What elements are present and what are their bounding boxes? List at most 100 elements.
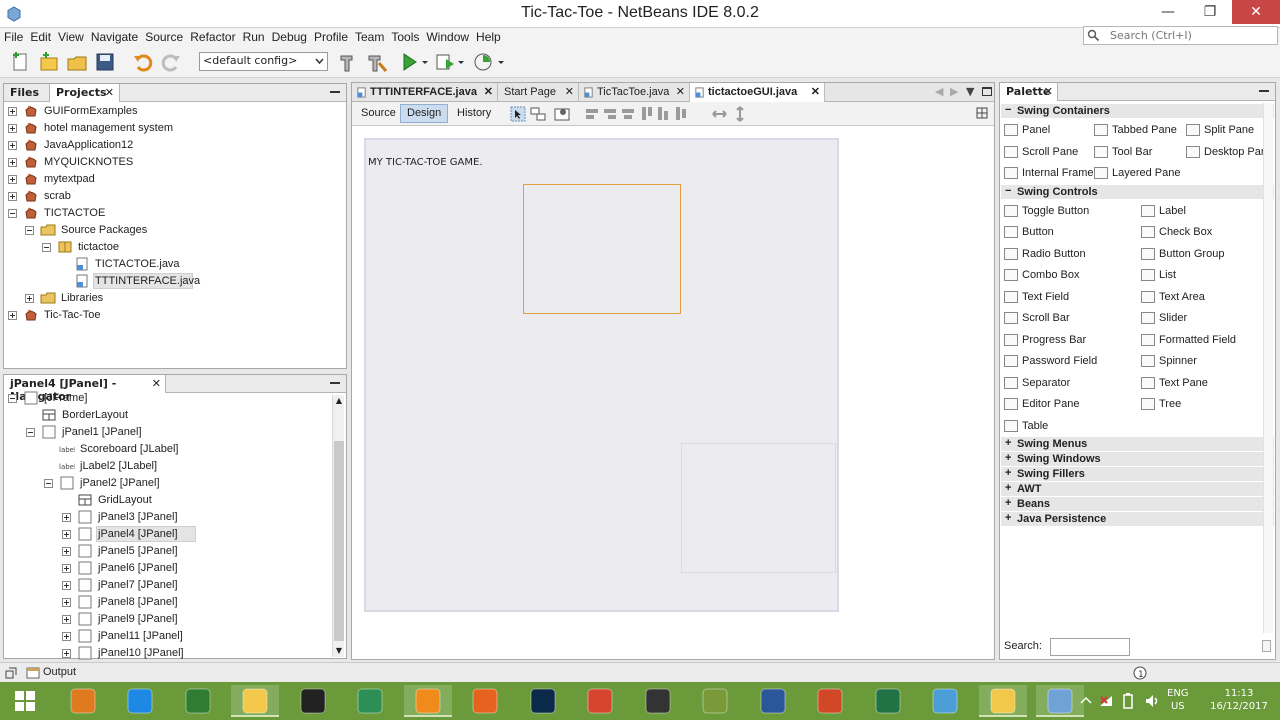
save-all-icon[interactable] [94, 51, 116, 73]
expand-icon[interactable] [8, 141, 17, 150]
menu-window[interactable]: Window [422, 28, 472, 44]
expand-icon[interactable] [8, 175, 17, 184]
tree-item[interactable]: GUIFormExamples [4, 103, 324, 120]
tree-item[interactable]: jPanel2 [JPanel] [4, 475, 324, 492]
minimize-panel-icon[interactable] [330, 382, 340, 384]
firefox-icon[interactable] [461, 685, 509, 717]
tree-item[interactable]: [JFrame] [4, 390, 324, 407]
expand-icon[interactable]: + [1005, 467, 1011, 479]
collapse-icon[interactable] [25, 226, 34, 235]
build-icon[interactable] [338, 51, 360, 73]
menu-profile[interactable]: Profile [310, 28, 351, 44]
close-icon[interactable]: ✕ [1044, 85, 1053, 98]
network-icon[interactable] [1098, 694, 1114, 708]
maximize-button[interactable]: ❐ [1190, 0, 1230, 24]
palette-category[interactable]: + Swing Windows [1001, 452, 1274, 466]
minimize-button[interactable]: — [1148, 0, 1188, 24]
palette-category[interactable]: − Swing Containers [1001, 104, 1274, 118]
close-icon[interactable]: ✕ [152, 377, 161, 390]
undo-icon[interactable] [132, 51, 154, 73]
netbeans-icon[interactable] [1036, 685, 1084, 717]
menu-navigate[interactable]: Navigate [87, 28, 141, 44]
chrome-icon[interactable] [576, 685, 624, 717]
tree-item[interactable]: JavaApplication12 [4, 137, 324, 154]
matlab-icon[interactable] [59, 685, 107, 717]
doc-tab-2[interactable]: TicTacToe.java ✕ [579, 83, 690, 102]
tree-item[interactable]: jPanel1 [JPanel] [4, 424, 324, 441]
config-select[interactable]: <default config> [199, 52, 328, 71]
tab-list-icon[interactable]: ▼ [966, 85, 974, 98]
internet-explorer-icon[interactable] [116, 685, 164, 717]
collapse-icon[interactable] [44, 479, 53, 488]
close-button[interactable]: ✕ [1232, 0, 1280, 24]
photoshop-icon[interactable] [519, 685, 567, 717]
preview-design-icon[interactable] [554, 106, 570, 122]
search-input[interactable]: Search (Ctrl+I) [1083, 26, 1278, 45]
scroll-down-icon[interactable]: ▼ [334, 646, 344, 656]
selection-mode-icon[interactable] [510, 106, 526, 122]
close-icon[interactable]: ✕ [105, 86, 114, 99]
run-dropdown-icon[interactable] [420, 51, 430, 73]
menu-refactor[interactable]: Refactor [186, 28, 238, 44]
paint-icon[interactable] [921, 685, 969, 717]
notification-icon[interactable]: 1 [1133, 666, 1147, 680]
expand-icon[interactable] [8, 107, 17, 116]
expand-icon[interactable] [8, 192, 17, 201]
restore-window-icon[interactable] [5, 667, 17, 679]
tree-item[interactable]: TICTACTOE.java [4, 256, 324, 273]
tree-item[interactable]: TTTINTERFACE.java [4, 273, 324, 290]
word-icon[interactable] [749, 685, 797, 717]
tree-item[interactable]: jPanel3 [JPanel] [4, 509, 324, 526]
game-icon[interactable] [634, 685, 682, 717]
collapse-icon[interactable] [42, 243, 51, 252]
menu-edit[interactable]: Edit [26, 28, 54, 44]
jpanel-component[interactable] [681, 443, 836, 573]
palette-search-input[interactable] [1050, 638, 1130, 656]
menu-view[interactable]: View [54, 28, 87, 44]
store-icon[interactable] [174, 685, 222, 717]
tab-nav-right-icon[interactable]: ▶ [950, 85, 958, 98]
menu-team[interactable]: Team [351, 28, 387, 44]
expand-icon[interactable] [62, 513, 71, 522]
tree-item[interactable]: Libraries [4, 290, 324, 307]
redo-icon[interactable] [160, 51, 182, 73]
output-label[interactable]: Output [43, 666, 76, 678]
expand-icon[interactable] [8, 311, 17, 320]
expand-icon[interactable] [62, 615, 71, 624]
tray-chevron-icon[interactable] [1078, 694, 1094, 708]
scroll-thumb[interactable] [334, 441, 344, 641]
close-icon[interactable]: ✕ [676, 85, 685, 98]
palette-toggle-icon[interactable] [976, 107, 988, 119]
tree-item[interactable]: GridLayout [4, 492, 324, 509]
tab-files[interactable]: Files [4, 84, 50, 102]
tree-item[interactable]: mytextpad [4, 171, 324, 188]
connection-mode-icon[interactable] [530, 106, 546, 122]
globe-icon[interactable] [346, 685, 394, 717]
tree-item[interactable]: tictactoe [4, 239, 324, 256]
close-icon[interactable]: ✕ [811, 85, 820, 98]
vlc-icon[interactable] [403, 685, 452, 717]
tree-item[interactable]: jPanel8 [JPanel] [4, 594, 324, 611]
tree-item[interactable]: scrab [4, 188, 324, 205]
doc-tab-0[interactable]: TTTINTERFACE.java ✕ [352, 83, 498, 102]
language-indicator[interactable]: ENG US [1167, 687, 1189, 713]
menu-source[interactable]: Source [141, 28, 186, 44]
expand-icon[interactable]: + [1005, 497, 1011, 509]
excel-icon[interactable] [864, 685, 912, 717]
expand-icon[interactable] [62, 598, 71, 607]
view-history-button[interactable]: History [450, 104, 498, 123]
expand-icon[interactable]: + [1005, 512, 1011, 524]
tree-item[interactable]: jPanel11 [JPanel] [4, 628, 324, 645]
design-canvas[interactable]: MY TIC-TAC-TOE GAME. [352, 126, 994, 659]
menu-file[interactable]: File [0, 28, 26, 44]
close-icon[interactable]: ✕ [484, 85, 493, 98]
palette-scroll-corner[interactable] [1262, 640, 1271, 652]
debug-dropdown-icon[interactable] [456, 51, 466, 73]
collapse-icon[interactable]: − [1005, 104, 1011, 116]
tree-item[interactable]: jPanel5 [JPanel] [4, 543, 324, 560]
view-design-button[interactable]: Design [400, 104, 449, 123]
expand-icon[interactable] [62, 632, 71, 641]
tree-item[interactable]: label Scoreboard [JLabel] [4, 441, 324, 458]
doc-tab-1[interactable]: Start Page ✕ [498, 83, 579, 102]
palette-category[interactable]: + AWT [1001, 482, 1274, 496]
